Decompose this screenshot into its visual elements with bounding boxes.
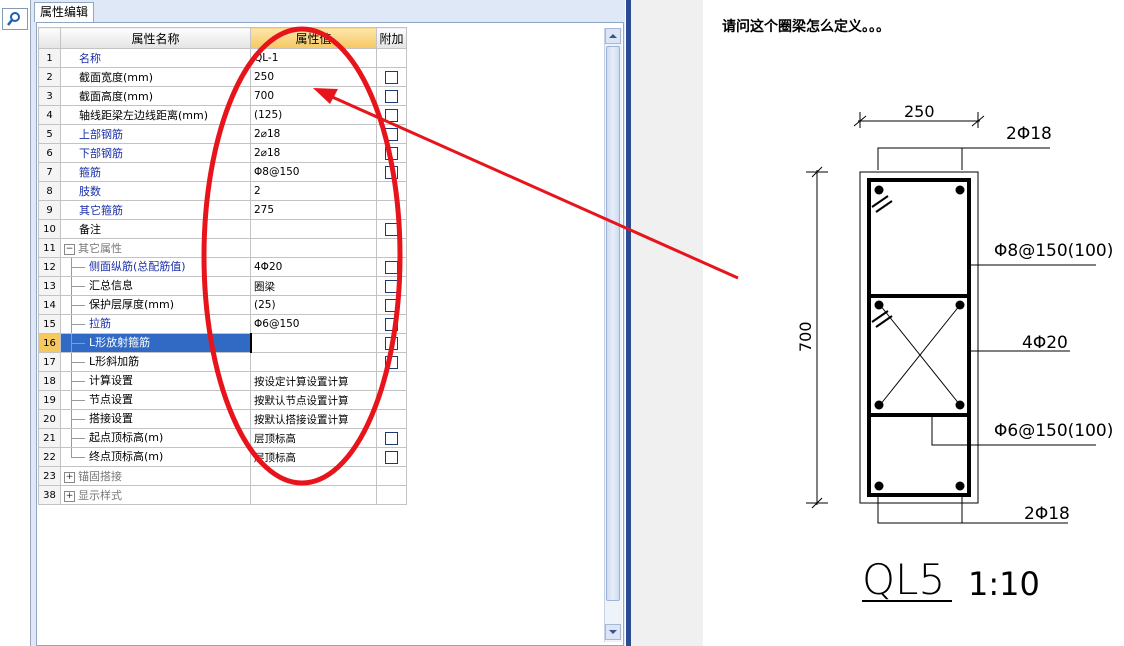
leader-top-bar	[877, 147, 963, 170]
rebar-dot	[955, 185, 965, 195]
concrete-outline	[859, 171, 979, 504]
stirrup-label: Φ8@150(100)	[994, 241, 1113, 261]
height-dimension-label: 700	[796, 321, 815, 352]
top-bar-label: 2Φ18	[1006, 124, 1052, 144]
section-title: QL5	[862, 555, 945, 604]
rebar-dot	[874, 481, 884, 491]
tie-label: Φ6@150(100)	[994, 421, 1113, 441]
rebar-dot	[874, 185, 884, 195]
leader-bottom-bar	[877, 495, 963, 524]
beam-section-drawing: 250 700 2Φ18 Φ8@150(100) 4Φ20 Φ6@150(100…	[796, 102, 1113, 604]
rebar-dot	[874, 300, 884, 310]
bottom-bar-label: 2Φ18	[1024, 504, 1070, 524]
width-dimension-label: 250	[904, 102, 935, 121]
rebar-dot	[955, 300, 965, 310]
rebar-dot	[874, 400, 884, 410]
side-bar-label: 4Φ20	[1022, 333, 1068, 353]
section-scale: 1:10	[968, 565, 1040, 603]
rebar-dot	[955, 481, 965, 491]
stirrup-outer	[867, 178, 971, 497]
rebar-dot	[955, 400, 965, 410]
